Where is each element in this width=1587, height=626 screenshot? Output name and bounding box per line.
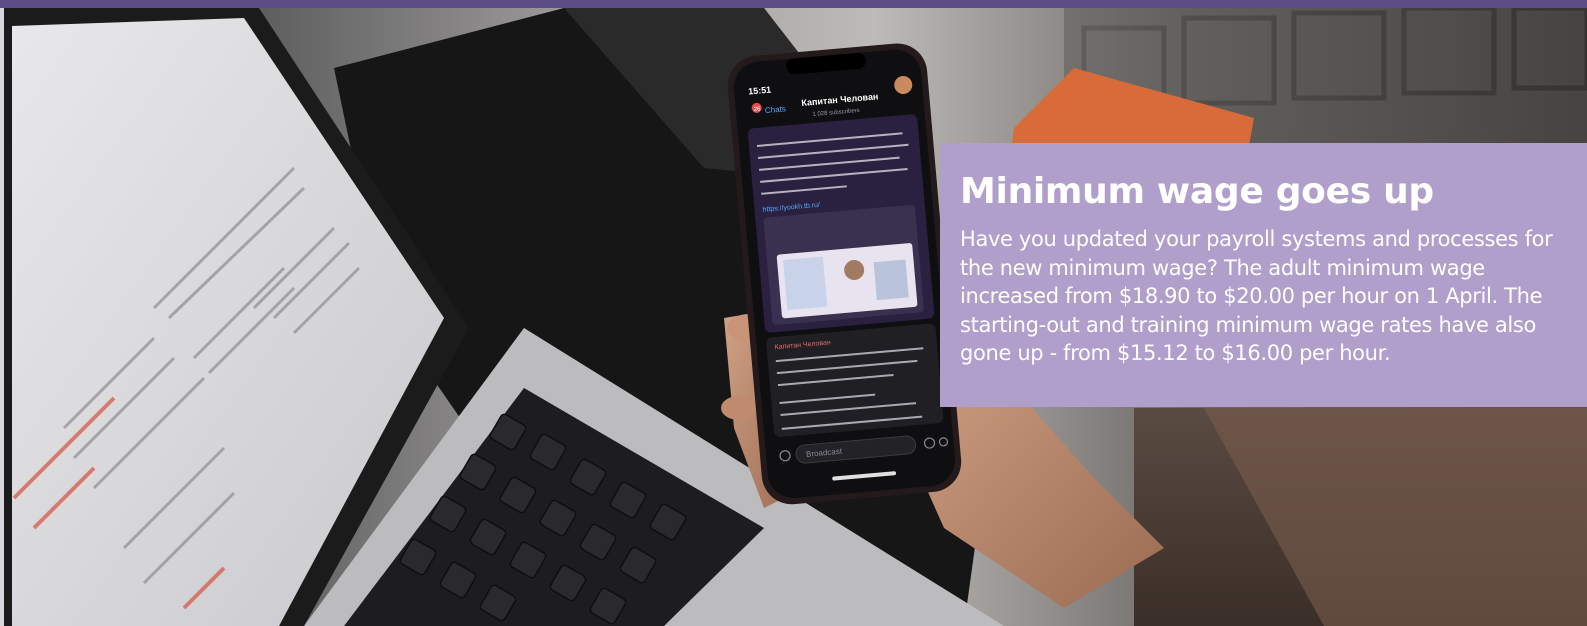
announcement-banner: Minimum wage goes up Have you updated yo… [940,143,1587,407]
unread-badge-count: 26 [754,106,762,113]
banner-title: Minimum wage goes up [960,171,1434,212]
smartphone: 15:51 Chats 26 Капитан Челован 1 028 sub… [727,43,962,505]
top-accent-strip [0,0,1587,8]
phone-back-label: Chats [765,104,787,115]
banner-body: Have you updated your payroll systems an… [960,227,1553,365]
phone-time: 15:51 [748,85,772,97]
